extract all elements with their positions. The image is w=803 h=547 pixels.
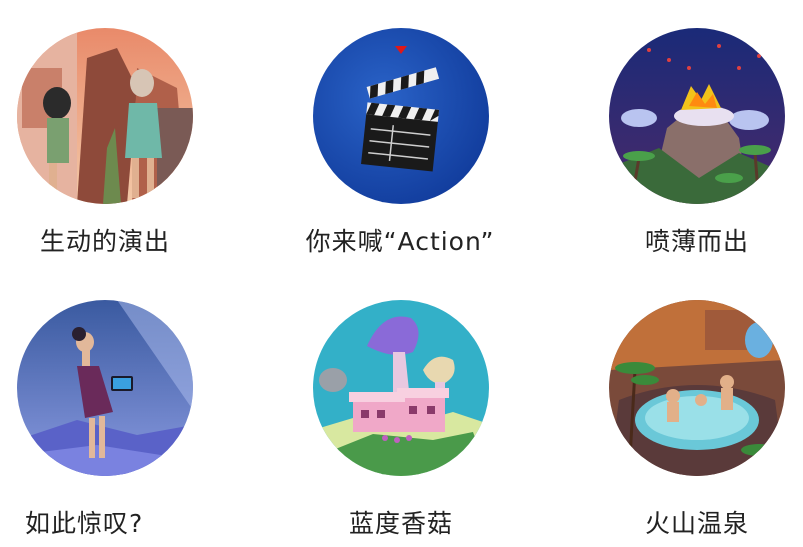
caption-mushroom: 蓝度香菇 (348, 509, 453, 538)
girl-with-tablet-icon[interactable] (17, 300, 193, 476)
clapperboard-icon[interactable] (313, 28, 489, 204)
caption-action: 你来喊“Action” (305, 227, 495, 256)
volcano-eruption-icon[interactable] (609, 28, 785, 204)
caption-eruption: 喷薄而出 (644, 227, 749, 256)
hot-spring-icon[interactable] (609, 300, 785, 476)
mushroom-house-icon[interactable] (313, 300, 489, 476)
caption-hot-spring: 火山温泉 (644, 509, 749, 538)
caption-performers: 生动的演出 (39, 227, 170, 256)
caption-amazed: 如此惊叹? (25, 509, 144, 538)
performers-scene-icon[interactable] (17, 28, 193, 204)
